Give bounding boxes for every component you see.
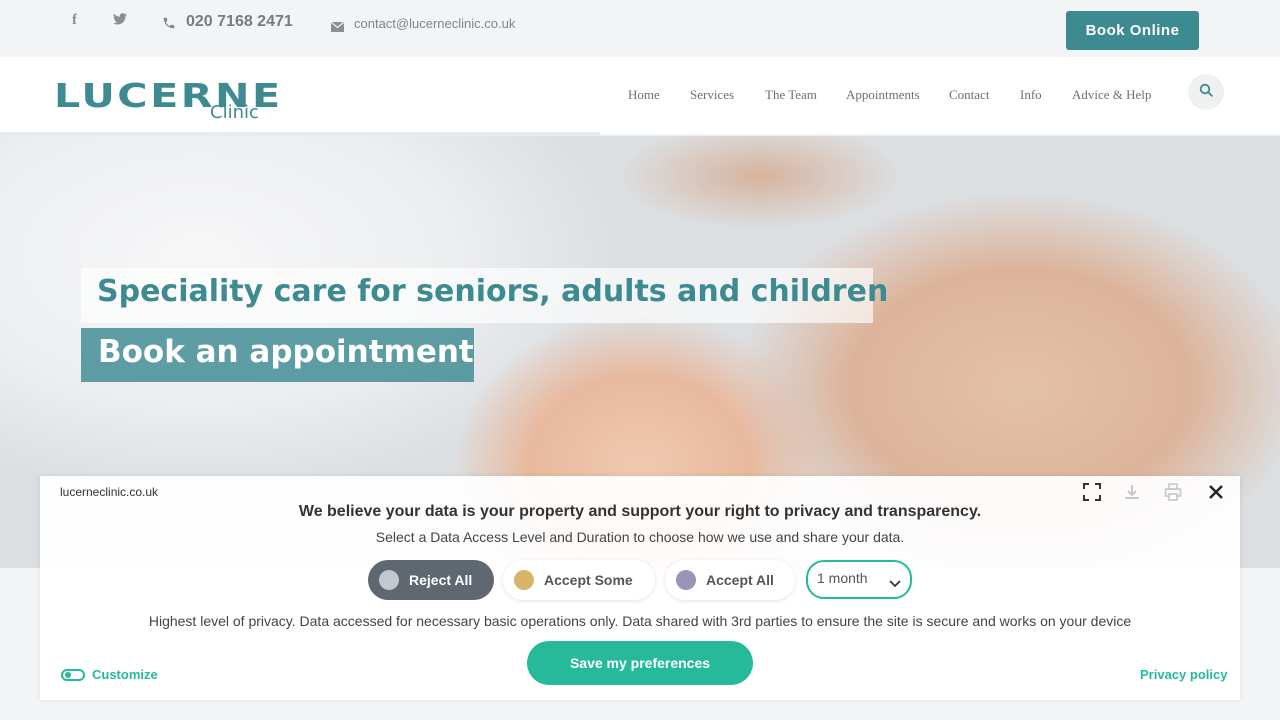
download-icon[interactable]	[1122, 482, 1142, 502]
accept-some-label: Accept Some	[544, 572, 633, 588]
nav-services[interactable]: Services	[690, 87, 734, 103]
nav-info[interactable]: Info	[1020, 87, 1042, 103]
hero-title: Speciality care for seniors, adults and …	[81, 268, 888, 323]
toggle-knob	[65, 672, 71, 678]
duration-select[interactable]: 1 month	[806, 560, 912, 599]
phone-number[interactable]: 020 7168 2471	[186, 13, 293, 31]
nav-contact[interactable]: Contact	[949, 87, 989, 103]
mail-icon	[330, 19, 345, 32]
access-level-description: Highest level of privacy. Data accessed …	[148, 613, 1132, 629]
cookie-subheading: Select a Data Access Level and Duration …	[375, 529, 905, 545]
cookie-heading: We believe your data is your property an…	[298, 503, 982, 520]
fullscreen-icon[interactable]	[1082, 482, 1102, 502]
logo-subtitle[interactable]: Clinic	[210, 104, 259, 122]
nav-advice-help[interactable]: Advice & Help	[1072, 87, 1151, 103]
customize-toggle[interactable]	[61, 669, 85, 681]
cookie-site-name: lucerneclinic.co.uk	[60, 485, 159, 499]
search-button[interactable]	[1188, 74, 1224, 110]
phone-icon	[162, 16, 176, 30]
twitter-icon[interactable]	[113, 12, 127, 29]
cookie-consent-panel: lucerneclinic.co.uk We believe your data…	[40, 476, 1240, 700]
reject-all-label: Reject All	[409, 572, 473, 588]
top-bar: f 020 7168 2471 contact@lucerneclinic.co…	[0, 0, 1280, 57]
save-preferences-button[interactable]: Save my preferences	[527, 641, 753, 685]
nav-home[interactable]: Home	[628, 87, 660, 103]
chevron-down-icon	[889, 575, 901, 591]
email-link[interactable]: contact@lucerneclinic.co.uk	[354, 16, 515, 31]
search-icon	[1199, 83, 1213, 102]
close-icon[interactable]	[1206, 482, 1226, 502]
reject-all-option[interactable]: Reject All	[368, 560, 494, 600]
customize-link[interactable]: Customize	[92, 667, 158, 682]
print-icon[interactable]	[1163, 482, 1183, 502]
book-appointment-button[interactable]: Book an appointment	[81, 328, 474, 382]
accept-all-dot	[676, 570, 696, 590]
accept-some-option[interactable]: Accept Some	[503, 560, 655, 600]
accept-some-dot	[514, 570, 534, 590]
nav-the-team[interactable]: The Team	[765, 87, 817, 103]
book-online-button[interactable]: Book Online	[1066, 11, 1199, 50]
accept-all-label: Accept All	[706, 572, 774, 588]
privacy-policy-link[interactable]: Privacy policy	[1140, 667, 1227, 682]
accept-all-option[interactable]: Accept All	[665, 560, 795, 600]
duration-value: 1 month	[817, 570, 868, 586]
nav-appointments[interactable]: Appointments	[846, 87, 920, 103]
reject-all-dot	[379, 570, 399, 590]
facebook-icon[interactable]: f	[72, 12, 77, 29]
